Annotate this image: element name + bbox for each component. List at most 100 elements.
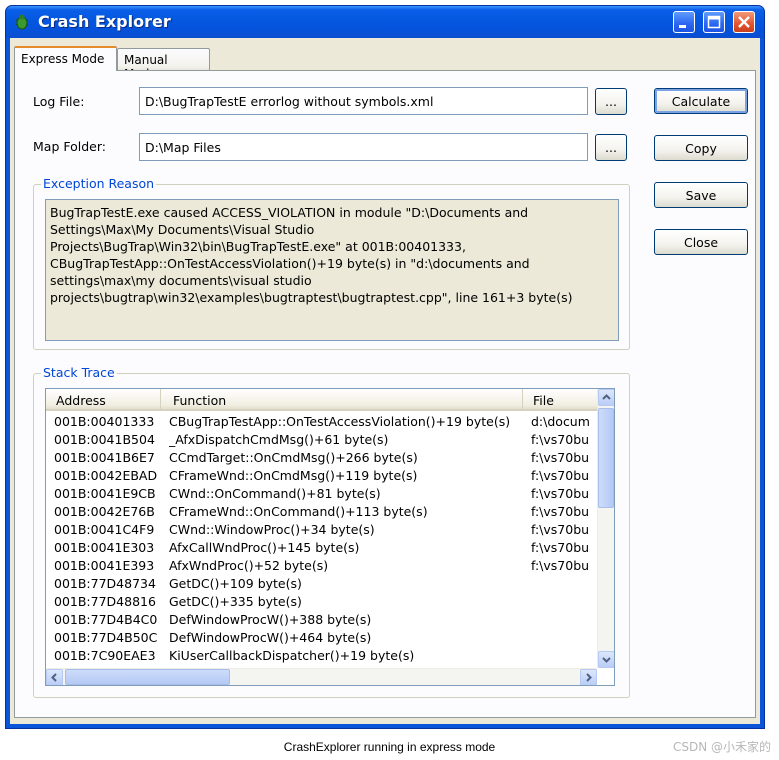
bug-icon: [15, 14, 29, 30]
chevron-down-icon: [602, 657, 611, 663]
function-cell: CFrameWnd::OnCmdMsg()+119 byte(s): [169, 468, 418, 483]
figure-caption: CrashExplorer running in express mode: [283, 740, 496, 754]
minimize-button[interactable]: [673, 11, 695, 33]
file-cell: f:\vs70bu: [531, 432, 590, 447]
window-title: Crash Explorer: [38, 12, 171, 31]
column-header-file[interactable]: File: [523, 389, 606, 411]
log-file-label: Log File:: [33, 94, 85, 109]
function-cell: _AfxDispatchCmdMsg()+61 byte(s): [169, 432, 389, 447]
address-cell: 001B:0042EBAD: [54, 468, 158, 483]
vertical-scroll-thumb[interactable]: [598, 408, 614, 508]
function-cell: CCmdTarget::OnCmdMsg()+266 byte(s): [169, 450, 418, 465]
address-cell: 001B:77D4B4C0: [54, 612, 158, 627]
function-cell: AfxCallWndProc()+145 byte(s): [169, 540, 360, 555]
exception-reason-title: Exception Reason: [41, 176, 157, 191]
chevron-up-icon: [602, 394, 611, 400]
minimize-icon: [679, 25, 686, 28]
express-mode-panel: Log File: D:\BugTrapTestE errorlog witho…: [14, 70, 756, 718]
exception-line: BugTrapTestE.exe caused ACCESS_VIOLATION…: [50, 205, 529, 220]
table-row[interactable]: 001B:0042E76B CFrameWnd::OnCommand()+113 …: [46, 503, 606, 521]
function-cell: CBugTrapTestApp::OnTestAccessViolation()…: [169, 414, 511, 429]
scroll-right-button[interactable]: [580, 669, 597, 685]
file-cell: f:\vs70bu: [531, 468, 590, 483]
stack-trace-title: Stack Trace: [41, 365, 117, 380]
table-row[interactable]: 001B:0041E9CB CWnd::OnCommand()+81 byte(s…: [46, 485, 606, 503]
function-cell: GetDC()+335 byte(s): [169, 594, 302, 609]
table-row[interactable]: 001B:0042EBAD CFrameWnd::OnCmdMsg()+119 b…: [46, 467, 606, 485]
scroll-down-button[interactable]: [598, 651, 614, 668]
horizontal-scroll-thumb[interactable]: [65, 669, 230, 685]
calculate-button[interactable]: Calculate: [654, 88, 748, 114]
file-cell: f:\vs70bu: [531, 558, 590, 573]
tab-express-mode[interactable]: Express Mode: [14, 46, 117, 71]
function-cell: DefWindowProcW()+464 byte(s): [169, 630, 372, 645]
column-header-function[interactable]: Function: [161, 389, 523, 411]
file-cell: d:\docum: [531, 414, 590, 429]
file-cell: f:\vs70bu: [531, 540, 590, 555]
function-cell: CFrameWnd::OnCommand()+113 byte(s): [169, 504, 428, 519]
scroll-left-button[interactable]: [46, 669, 63, 685]
map-folder-label: Map Folder:: [33, 139, 106, 154]
exception-line: Settings\Max\My Documents\Visual Studio: [50, 222, 315, 237]
stack-trace-list[interactable]: Address Function File 001B:00401333 CBugT…: [45, 388, 615, 686]
table-row[interactable]: 001B:0041C4F9 CWnd::WindowProc()+34 byte(…: [46, 521, 606, 539]
table-row[interactable]: 001B:77D4B4C0 DefWindowProcW()+388 byte(s…: [46, 611, 606, 629]
address-cell: 001B:0041C4F9: [54, 522, 155, 537]
address-cell: 001B:77D48816: [54, 594, 156, 609]
address-cell: 001B:0041E9CB: [54, 486, 156, 501]
address-cell: 001B:0041E393: [54, 558, 155, 573]
exception-line: settings\max\my documents\visual studio: [50, 273, 312, 288]
horizontal-scrollbar[interactable]: [46, 668, 597, 685]
maximize-icon: [707, 15, 721, 29]
browse-map-folder-button[interactable]: ...: [595, 134, 627, 161]
close-window-button[interactable]: [733, 11, 755, 33]
function-cell: DefWindowProcW()+388 byte(s): [169, 612, 372, 627]
function-cell: KiUserCallbackDispatcher()+19 byte(s): [169, 648, 415, 663]
table-row[interactable]: 001B:00401333 CBugTrapTestApp::OnTestAcce…: [46, 413, 606, 431]
stack-trace-header: Address Function File: [46, 389, 606, 411]
function-cell: GetDC()+109 byte(s): [169, 576, 302, 591]
table-row[interactable]: 001B:0041B6E7 CCmdTarget::OnCmdMsg()+266 …: [46, 449, 606, 467]
address-cell: 001B:0041B504: [54, 432, 155, 447]
exception-reason-text[interactable]: BugTrapTestE.exe caused ACCESS_VIOLATION…: [45, 199, 619, 341]
close-button[interactable]: Close: [654, 229, 748, 255]
function-cell: CWnd::WindowProc()+34 byte(s): [169, 522, 375, 537]
watermark: CSDN @小禾家的: [672, 740, 771, 754]
save-button[interactable]: Save: [654, 182, 748, 208]
table-row[interactable]: 001B:0041B504 _AfxDispatchCmdMsg()+61 byt…: [46, 431, 606, 449]
address-cell: 001B:00401333: [54, 414, 155, 429]
chevron-right-icon: [586, 673, 592, 682]
exception-line: Projects\BugTrap\Win32\bin\BugTrapTestE.…: [50, 239, 466, 254]
crash-explorer-window: Crash Explorer Express Mode Manual Mode …: [5, 5, 765, 729]
scroll-up-button[interactable]: [598, 389, 614, 406]
title-bar[interactable]: Crash Explorer: [6, 6, 764, 38]
table-row[interactable]: 001B:0041E393 AfxWndProc()+52 byte(s) f:\v…: [46, 557, 606, 575]
file-cell: f:\vs70bu: [531, 486, 590, 501]
file-cell: f:\vs70bu: [531, 450, 590, 465]
close-icon: [738, 16, 750, 28]
address-cell: 001B:77D48734: [54, 576, 156, 591]
map-folder-field[interactable]: D:\Map Files: [139, 133, 588, 161]
function-cell: CWnd::OnCommand()+81 byte(s): [169, 486, 381, 501]
address-cell: 001B:77D4B50C: [54, 630, 158, 645]
table-row[interactable]: 001B:7C90EAE3 KiUserCallbackDispatcher()+…: [46, 647, 606, 665]
address-cell: 001B:7C90EAE3: [54, 648, 156, 663]
file-cell: f:\vs70bu: [531, 504, 590, 519]
tab-manual-mode[interactable]: Manual Mode: [117, 48, 210, 81]
column-header-address[interactable]: Address: [46, 389, 161, 411]
vertical-scrollbar[interactable]: [597, 389, 614, 668]
address-cell: 001B:0041E303: [54, 540, 155, 555]
exception-line: CBugTrapTestApp::OnTestAccessViolation()…: [50, 256, 530, 271]
maximize-button[interactable]: [703, 11, 725, 33]
exception-line: projects\bugtrap\win32\examples\bugtrapt…: [50, 290, 573, 305]
log-file-field[interactable]: D:\BugTrapTestE errorlog without symbols…: [139, 87, 588, 115]
table-row[interactable]: 001B:77D48816 GetDC()+335 byte(s): [46, 593, 606, 611]
browse-log-file-button[interactable]: ...: [595, 88, 627, 115]
dialog-client-area: Express Mode Manual Mode Log File: D:\Bu…: [10, 38, 760, 724]
table-row[interactable]: 001B:77D4B50C DefWindowProcW()+464 byte(s…: [46, 629, 606, 647]
table-row[interactable]: 001B:0041E303 AfxCallWndProc()+145 byte(s…: [46, 539, 606, 557]
file-cell: f:\vs70bu: [531, 522, 590, 537]
address-cell: 001B:0042E76B: [54, 504, 155, 519]
copy-button[interactable]: Copy: [654, 135, 748, 161]
table-row[interactable]: 001B:77D48734 GetDC()+109 byte(s): [46, 575, 606, 593]
